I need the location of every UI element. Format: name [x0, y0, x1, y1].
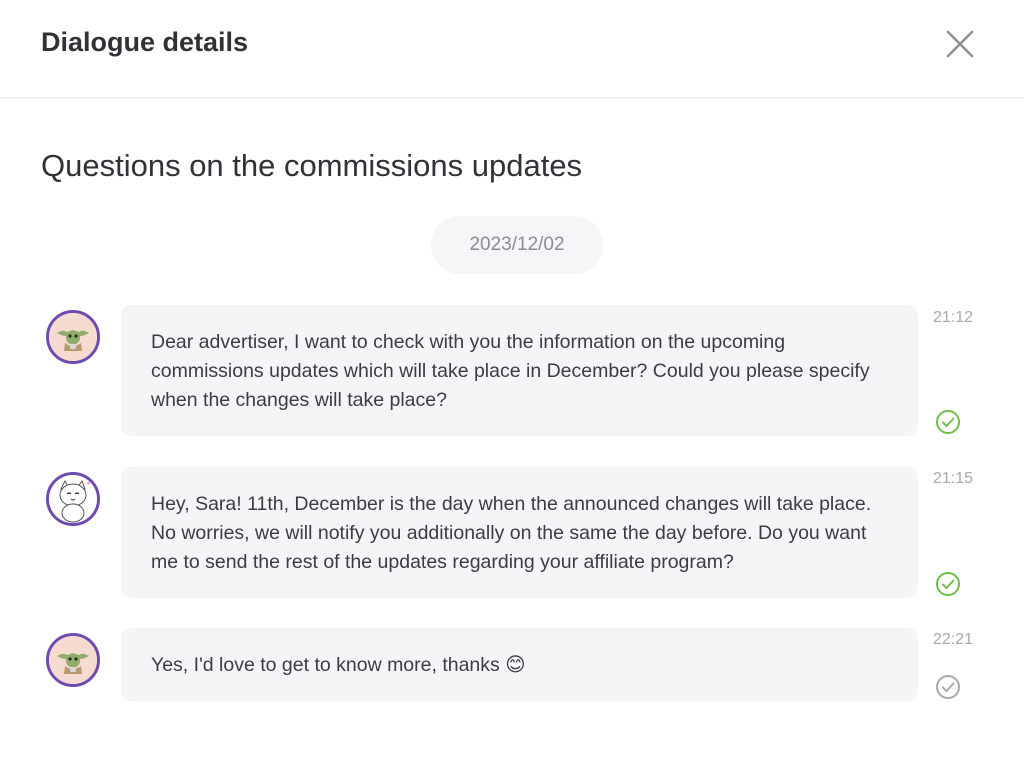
- message-text: Dear advertiser, I want to check with yo…: [151, 331, 870, 411]
- message-time: 21:12: [933, 309, 974, 326]
- message-text: Hey, Sara! 11th, December is the day whe…: [151, 493, 872, 573]
- check-circle-icon: [936, 572, 960, 596]
- check-circle-icon: [936, 675, 960, 699]
- yoda-avatar-icon: [49, 636, 97, 684]
- message-text: Yes, I'd love to get to know more, thank…: [151, 654, 526, 676]
- dialog-header: Dialogue details: [0, 0, 1024, 99]
- message-status: [934, 408, 962, 436]
- date-separator: 2023/12/02: [431, 216, 603, 274]
- message-status: [934, 570, 962, 598]
- message-bubble: Yes, I'd love to get to know more, thank…: [121, 628, 918, 701]
- conversation-subject: Questions on the commissions updates: [41, 148, 583, 183]
- message-status: [934, 673, 962, 701]
- agent-avatar[interactable]: [46, 472, 100, 526]
- dialog-title: Dialogue details: [41, 27, 249, 57]
- close-button[interactable]: [940, 24, 980, 64]
- message-bubble: Dear advertiser, I want to check with yo…: [121, 305, 918, 436]
- message-bubble: Hey, Sara! 11th, December is the day whe…: [121, 467, 918, 598]
- user-avatar[interactable]: [46, 633, 100, 687]
- cat-avatar-icon: [49, 475, 97, 523]
- yoda-avatar-icon: [49, 313, 97, 361]
- message-item: Hey, Sara! 11th, December is the day whe…: [0, 467, 1024, 599]
- message-time: 22:21: [933, 631, 974, 648]
- message-item: Yes, I'd love to get to know more, thank…: [0, 628, 1024, 702]
- user-avatar[interactable]: [46, 310, 100, 364]
- check-circle-icon: [936, 410, 960, 434]
- message-item: Dear advertiser, I want to check with yo…: [0, 305, 1024, 437]
- close-icon: [946, 30, 974, 58]
- message-time: 21:15: [933, 470, 974, 487]
